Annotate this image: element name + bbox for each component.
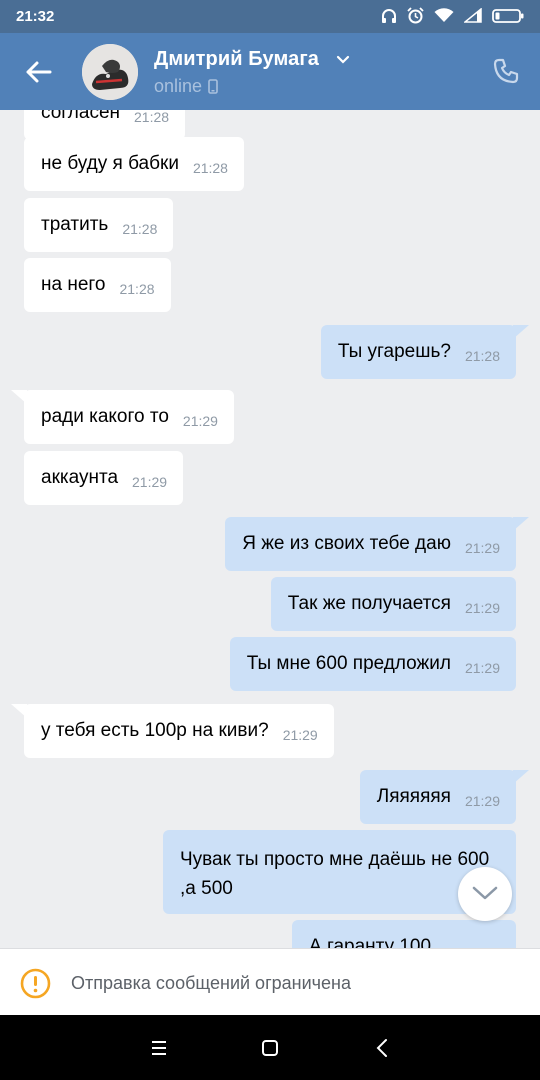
message-bubble-outgoing[interactable]: А гаранту 100 [292,920,516,948]
battery-icon [492,8,524,23]
contact-name[interactable]: Дмитрий Бумага [154,48,319,71]
message-bubble-outgoing[interactable]: Ты угарешь? 21:28 [320,325,529,379]
signal-icon [464,8,482,23]
status-icons [381,7,524,24]
message-list[interactable]: согласен 21:28 не буду я бабки 21:28 трати… [0,110,540,948]
bubble-tail [513,325,529,339]
chat-header: Дмитрий Бумага online [0,33,540,110]
home-button[interactable] [259,1037,281,1059]
avatar-photo [82,44,138,100]
message-bubble-outgoing[interactable]: Ляяяяяя 21:29 [359,770,529,824]
message-text: согласен [41,110,121,123]
message-text: аккаунта [41,467,119,488]
message-text: Я же из своих тебе даю [242,533,451,554]
message-time: 21:29 [464,540,500,556]
message-bubble-outgoing[interactable]: Я же из своих тебе даю 21:29 [225,517,529,571]
message-text: А гаранту 100 [309,936,432,948]
message-bubble-incoming[interactable]: у тебя есть 100р на киви? 21:29 [11,704,334,758]
alarm-icon [407,7,424,24]
call-button[interactable] [492,57,522,87]
message-text: Ляяяяяя [376,786,451,807]
message-bubble-incoming[interactable]: аккаунта 21:29 [24,451,184,505]
chevron-down-icon[interactable] [336,55,350,65]
phone-icon [493,58,519,84]
message-time: 21:29 [182,413,218,429]
home-icon [262,1040,278,1056]
menu-button[interactable] [148,1037,170,1059]
wifi-icon [434,8,454,22]
message-bubble-outgoing[interactable]: Ты мне 600 предложил 21:29 [229,637,516,691]
presence-status: online [154,76,218,97]
status-bar: 21:32 [0,0,540,33]
back-nav-button[interactable] [372,1037,394,1059]
message-time: 21:28 [134,110,170,125]
headphones-icon [382,8,396,23]
message-bubble-incoming[interactable]: не буду я бабки 21:28 [24,137,244,191]
message-time: 21:28 [192,160,228,176]
mobile-icon [208,79,218,94]
message-time: 21:29 [464,600,500,616]
message-time: 21:28 [122,221,158,237]
scroll-to-bottom-button[interactable] [458,867,512,921]
message-time: 21:29 [464,660,500,676]
back-chevron-icon [376,1039,387,1057]
message-bubble-incoming[interactable]: тратить 21:28 [24,198,174,252]
message-text: тратить [41,214,109,235]
presence-text: online [154,76,203,96]
arrow-left-icon [26,61,52,83]
chevron-down-icon [472,886,498,900]
warning-icon [20,968,51,999]
message-text: не буду я бабки [41,153,179,174]
restriction-text: Отправка сообщений ограничена [71,973,351,993]
message-text: Ты угарешь? [337,341,451,362]
message-time: 21:29 [282,727,318,743]
message-text: ради какого то [41,406,169,427]
bubble-tail [11,390,27,404]
message-text: Так же получается [287,593,451,614]
message-bubble-outgoing[interactable]: Так же получается 21:29 [270,577,516,631]
message-text: Чувак ты просто мне даёшь не 600 ,а 500 [180,849,490,899]
status-time: 21:32 [16,8,55,25]
message-time: 21:28 [119,281,155,297]
bubble-tail [11,704,27,718]
message-bubble-incoming[interactable]: ради какого то 21:29 [11,390,234,444]
message-text: Ты мне 600 предложил [246,653,451,674]
message-bubble-incoming[interactable]: согласен 21:28 [24,110,186,140]
message-time: 21:29 [132,474,168,490]
message-time: 21:29 [464,793,500,809]
bubble-tail [513,770,529,784]
messaging-restricted-bar: Отправка сообщений ограничена [0,948,540,1015]
message-bubble-incoming[interactable]: на него 21:28 [24,258,171,312]
bubble-tail [513,517,529,531]
menu-icon [152,1041,166,1055]
message-text: на него [41,274,106,295]
avatar[interactable] [82,44,138,100]
back-button[interactable] [22,55,56,89]
message-text: у тебя есть 100р на киви? [41,720,269,741]
message-time: 21:28 [464,348,500,364]
system-navigation-bar [0,1015,540,1080]
